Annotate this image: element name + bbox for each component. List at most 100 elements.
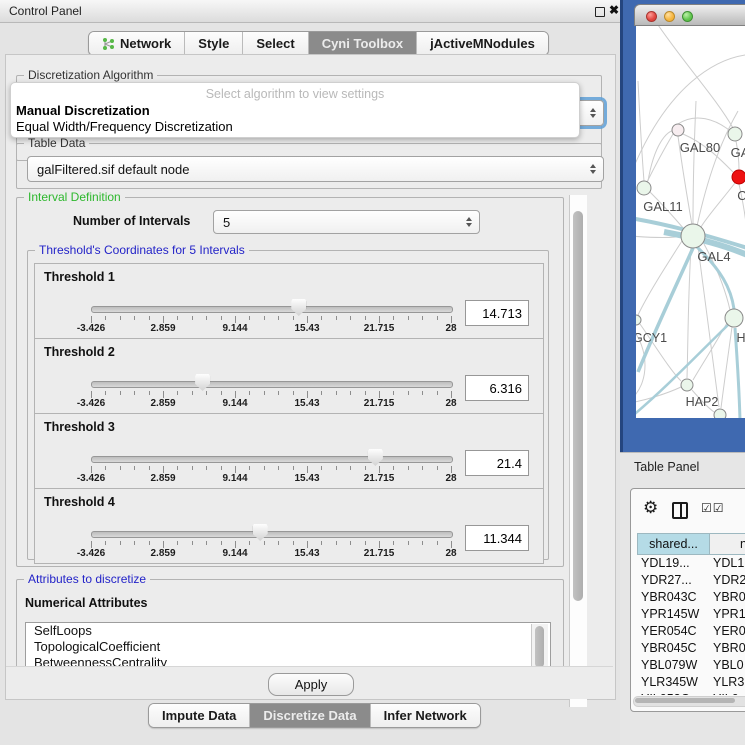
table-row[interactable]: YPR145WYPR1 [631, 606, 745, 623]
table-row[interactable]: YBL079WYBL0 [631, 657, 745, 674]
slider-tick [422, 466, 423, 470]
network-edge[interactable] [648, 130, 676, 181]
tab-label: jActiveMNodules [430, 36, 535, 51]
table-row[interactable]: YER054CYER0 [631, 623, 745, 640]
tab-jactivemnodules[interactable]: jActiveMNodules [417, 32, 548, 55]
tab-network[interactable]: Network [89, 32, 185, 55]
network-node-label: C [737, 188, 745, 203]
slider-thumb[interactable] [253, 524, 268, 541]
network-node-label: GAL80 [680, 140, 720, 155]
network-edge[interactable] [698, 247, 719, 407]
tab-select[interactable]: Select [243, 32, 308, 55]
slider-tick [379, 391, 380, 398]
tab-infer-network[interactable]: Infer Network [371, 704, 480, 727]
network-edge[interactable] [636, 387, 681, 403]
network-node[interactable] [725, 309, 743, 327]
network-edge[interactable] [638, 81, 644, 181]
network-edge[interactable] [678, 118, 729, 130]
slider-scale-label: 9.144 [205, 398, 265, 409]
column-header-shared-name[interactable]: shared... [637, 533, 710, 555]
network-edge[interactable] [638, 241, 682, 315]
tab-discretize-data[interactable]: Discretize Data [250, 704, 370, 727]
combo-arrows-icon [590, 108, 596, 118]
slider-tick [120, 391, 121, 395]
group-title-thresholds: Threshold's Coordinates for 5 Intervals [35, 243, 249, 257]
gear-icon[interactable]: ⚙ [643, 498, 658, 518]
slider-tick [393, 541, 394, 545]
table-row[interactable]: YBR043CYBR0 [631, 589, 745, 606]
slider-tick [206, 541, 207, 545]
network-node[interactable] [681, 224, 705, 248]
network-edge[interactable] [693, 101, 696, 224]
network-edge[interactable] [636, 54, 745, 176]
table-row[interactable]: YDR27...YDR2 [631, 572, 745, 589]
table-data-combo[interactable]: galFiltered.sif default node [27, 156, 604, 182]
slider-tick [235, 391, 236, 398]
tab-style[interactable]: Style [185, 32, 243, 55]
network-window-titlebar[interactable] [634, 4, 745, 26]
slider-track[interactable] [91, 381, 453, 388]
zoom-traffic-light-icon[interactable] [682, 11, 693, 22]
slider-track[interactable] [91, 456, 453, 463]
slider-track[interactable] [91, 306, 453, 313]
network-node[interactable] [636, 315, 641, 325]
network-canvas[interactable]: GAL80GAGAL11CGAL4GCY1HHAP2 [636, 26, 745, 418]
close-icon[interactable]: ✖ [609, 3, 619, 17]
slider-thumb[interactable] [195, 374, 210, 391]
table-h-scrollbar-thumb[interactable] [635, 698, 735, 703]
slider-tick [451, 541, 452, 548]
column-header-name[interactable]: n [709, 533, 745, 555]
algorithm-dropdown-popup: Select algorithm to view settings Manual… [10, 82, 580, 138]
slider-tick [221, 316, 222, 320]
slider-tick [235, 466, 236, 473]
group-title-interval-definition: Interval Definition [24, 190, 125, 204]
network-node[interactable] [637, 181, 651, 195]
threshold-label: Threshold 1 [44, 270, 115, 284]
slider-tick [206, 466, 207, 470]
slider-thumb[interactable] [291, 299, 306, 316]
tab-cyni-toolbox[interactable]: Cyni Toolbox [309, 32, 417, 55]
slider-tick [278, 541, 279, 545]
tab-label: Network [120, 36, 171, 51]
attribute-list-item[interactable]: SelfLoops [26, 623, 550, 639]
network-node[interactable] [714, 409, 726, 418]
table-row[interactable]: YLR345WYLR3 [631, 674, 745, 691]
numerical-attributes-list[interactable]: SelfLoopsTopologicalCoefficientBetweenne… [25, 622, 551, 672]
network-edge[interactable] [647, 134, 673, 182]
network-edge[interactable] [721, 327, 732, 408]
panel-scrollbar[interactable] [569, 195, 587, 707]
popup-item-1[interactable]: Equal Width/Frequency Discretization [15, 119, 575, 135]
network-node-selected[interactable] [732, 170, 745, 184]
thresholds-group: Threshold's Coordinates for 5 Intervals … [27, 250, 549, 560]
slider-tick [336, 391, 337, 395]
close-traffic-light-icon[interactable] [646, 11, 657, 22]
checkbox-icons[interactable]: ☑☑ [701, 501, 725, 515]
slider-scale-label: 15.43 [277, 398, 337, 409]
network-edge[interactable] [656, 26, 733, 128]
slider-thumb[interactable] [368, 449, 383, 466]
slider-tick [393, 316, 394, 320]
table-row[interactable]: YDL19...YDL1 [631, 555, 745, 572]
table-row[interactable]: YIL052CYIL0 [631, 691, 745, 695]
attributes-scrollbar-thumb[interactable] [535, 626, 544, 668]
attribute-list-item[interactable]: TopologicalCoefficient [26, 639, 550, 655]
threshold-row: Threshold 1 14.713 -3.4262.8599.14415.43… [34, 263, 544, 339]
float-window-icon[interactable] [595, 7, 605, 17]
attributes-scrollbar[interactable] [531, 624, 548, 670]
table-cell: YPR145W [641, 607, 699, 621]
columns-icon[interactable] [672, 502, 688, 519]
slider-track[interactable] [91, 531, 453, 538]
network-node[interactable] [672, 124, 684, 136]
network-node[interactable] [681, 379, 693, 391]
minimize-traffic-light-icon[interactable] [664, 11, 675, 22]
network-edge[interactable] [687, 248, 691, 378]
number-of-intervals-combo[interactable]: 5 [213, 210, 480, 234]
table-h-scrollbar[interactable] [633, 696, 745, 707]
popup-item-0[interactable]: Manual Discretization [15, 103, 575, 119]
popup-hint: Select algorithm to view settings [11, 87, 579, 101]
tab-impute-data[interactable]: Impute Data [149, 704, 250, 727]
panel-scrollbar-thumb[interactable] [573, 211, 583, 601]
network-node[interactable] [728, 127, 742, 141]
apply-button[interactable]: Apply [268, 673, 354, 696]
table-row[interactable]: YBR045CYBR0 [631, 640, 745, 657]
